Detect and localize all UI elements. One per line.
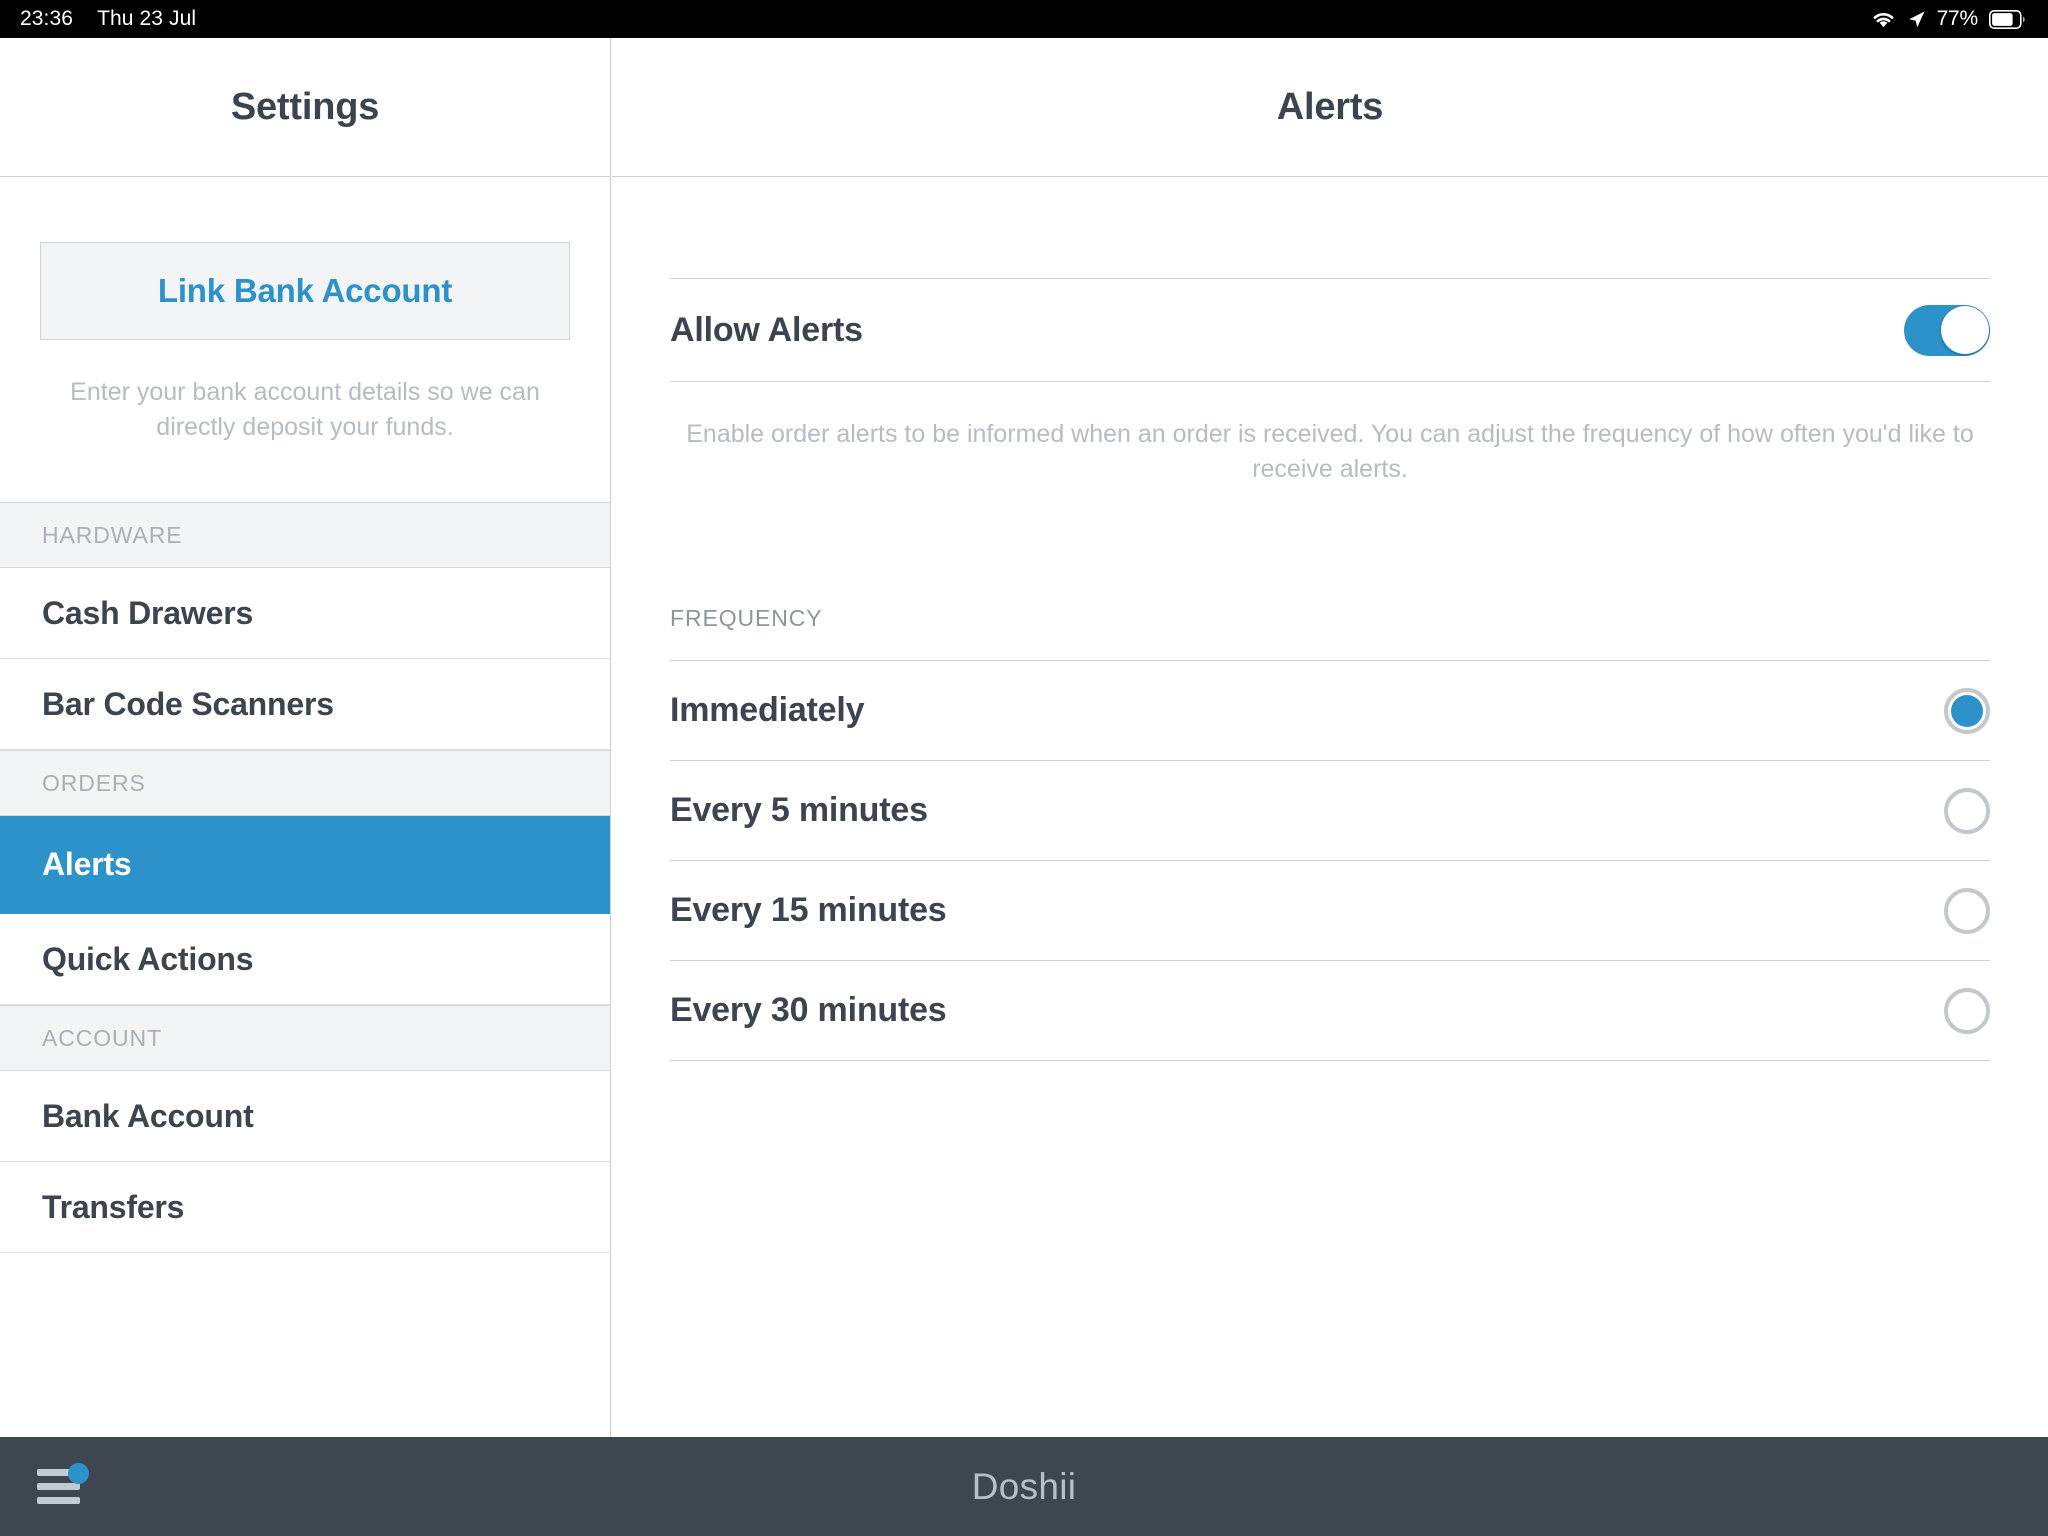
status-bar-right: 77% bbox=[1871, 0, 2026, 38]
battery-icon bbox=[1989, 9, 2026, 29]
frequency-option-every-15-minutes[interactable]: Every 15 minutes bbox=[670, 861, 1990, 960]
sidebar-item-transfers[interactable]: Transfers bbox=[0, 1162, 610, 1253]
app-brand-label: Doshii bbox=[971, 1465, 1077, 1507]
wifi-icon bbox=[1871, 10, 1896, 29]
sidebar-body: Link Bank Account Enter your bank accoun… bbox=[0, 177, 610, 1253]
toggle-knob bbox=[1940, 306, 1989, 354]
page-title: Settings bbox=[230, 85, 380, 128]
sidebar-section-header-account: ACCOUNT bbox=[0, 1005, 610, 1071]
menu-line-3 bbox=[37, 1496, 80, 1504]
sidebar-header: Settings bbox=[0, 38, 610, 177]
frequency-option-label: Every 5 minutes bbox=[670, 791, 928, 829]
frequency-option-every-5-minutes[interactable]: Every 5 minutes bbox=[670, 761, 1990, 860]
allow-alerts-row[interactable]: Allow Alerts bbox=[670, 279, 1990, 381]
sidebar-item-cash-drawers[interactable]: Cash Drawers bbox=[0, 568, 610, 659]
sidebar-section-header-orders: ORDERS bbox=[0, 750, 610, 816]
bottom-bar: Doshii bbox=[0, 1437, 2048, 1536]
link-bank-account-section: Link Bank Account Enter your bank accoun… bbox=[0, 177, 610, 444]
divider-below-allow-alerts bbox=[670, 381, 1990, 382]
sidebar-section-header-hardware: HARDWARE bbox=[0, 502, 610, 568]
detail-top-spacer bbox=[670, 177, 1990, 278]
battery-percent-label: 77% bbox=[1936, 7, 1979, 30]
sidebar-item-bar-code-scanners[interactable]: Bar Code Scanners bbox=[0, 659, 610, 750]
sidebar-item-quick-actions[interactable]: Quick Actions bbox=[0, 914, 610, 1005]
divider-below-every-30-minutes bbox=[670, 1060, 1990, 1061]
app-root: 23:36 Thu 23 Jul 77% Settings Link Bank … bbox=[0, 0, 2048, 1536]
link-bank-account-description: Enter your bank account details so we ca… bbox=[70, 378, 540, 441]
hamburger-menu-icon[interactable] bbox=[37, 1462, 89, 1508]
radio-every-5-minutes[interactable] bbox=[1944, 787, 1990, 834]
frequency-option-label: Immediately bbox=[670, 691, 865, 729]
frequency-option-immediately[interactable]: Immediately bbox=[670, 661, 1990, 760]
sidebar-item-alerts[interactable]: Alerts bbox=[0, 816, 610, 914]
status-bar: 23:36 Thu 23 Jul 77% bbox=[0, 0, 2048, 38]
link-bank-account-button[interactable]: Link Bank Account bbox=[40, 242, 570, 340]
radio-immediately[interactable] bbox=[1944, 687, 1990, 734]
allow-alerts-help-text: Enable order alerts to be informed when … bbox=[686, 420, 1974, 483]
frequency-section-header: FREQUENCY bbox=[670, 604, 823, 631]
allow-alerts-label: Allow Alerts bbox=[670, 310, 863, 349]
sidebar-item-bank-account[interactable]: Bank Account bbox=[0, 1071, 610, 1162]
alerts-detail-pane: Alerts Allow Alerts Enable order alerts … bbox=[612, 38, 2048, 1437]
settings-sidebar: Settings Link Bank Account Enter your ba… bbox=[0, 38, 611, 1437]
radio-every-30-minutes[interactable] bbox=[1944, 987, 1990, 1034]
status-time: 23:36 bbox=[20, 7, 74, 30]
menu-line-2 bbox=[37, 1482, 80, 1490]
detail-page-title: Alerts bbox=[1276, 85, 1384, 128]
frequency-option-label: Every 30 minutes bbox=[670, 991, 947, 1029]
detail-body: Allow Alerts Enable order alerts to be i… bbox=[612, 177, 2048, 1061]
location-arrow-icon bbox=[1907, 10, 1926, 29]
detail-header: Alerts bbox=[612, 38, 2048, 177]
frequency-option-every-30-minutes[interactable]: Every 30 minutes bbox=[670, 961, 1990, 1060]
allow-alerts-toggle[interactable] bbox=[1904, 304, 1990, 356]
notification-dot bbox=[68, 1462, 89, 1484]
radio-every-15-minutes[interactable] bbox=[1944, 887, 1990, 934]
status-date: Thu 23 Jul bbox=[97, 7, 197, 30]
link-bank-account-label: Link Bank Account bbox=[157, 272, 453, 309]
status-bar-left: 23:36 Thu 23 Jul bbox=[0, 7, 196, 31]
content-area: Settings Link Bank Account Enter your ba… bbox=[0, 38, 2048, 1437]
frequency-spacer bbox=[670, 640, 1990, 660]
frequency-option-label: Every 15 minutes bbox=[670, 891, 947, 929]
